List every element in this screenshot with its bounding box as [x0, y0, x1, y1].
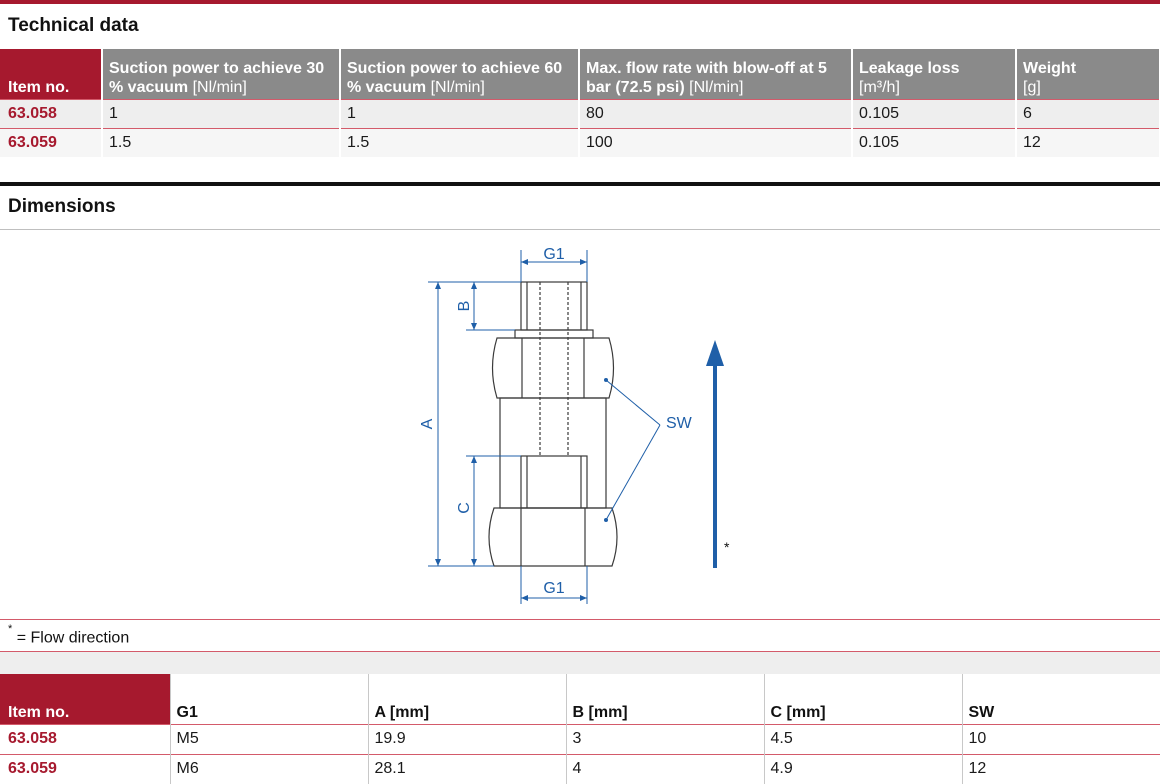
- body: [499, 397, 607, 509]
- flow-direction-footnote: * = Flow direction: [8, 623, 130, 647]
- header-suction-30: Suction power to achieve 30 % vacuum [Nl…: [102, 49, 341, 99]
- table-row: 63.059 M6 28.1 4 4.9 12: [0, 753, 1160, 784]
- table-cell: 1: [340, 98, 580, 128]
- footnote-text: = Flow direction: [16, 629, 130, 647]
- footnote-marker: *: [8, 623, 13, 635]
- table-cell: 1.5: [102, 127, 341, 157]
- label-flow-marker: *: [724, 539, 730, 555]
- header-suction-60: Suction power to achieve 60 % vacuum [Nl…: [340, 49, 580, 99]
- table-row: 63.058 M5 19.9 3 4.5 10: [0, 723, 1160, 754]
- table-cell: 80: [579, 98, 853, 128]
- label-b: B: [456, 301, 473, 312]
- technical-data-header-row: Item no. Suction power to achieve 30 % v…: [0, 49, 1160, 99]
- table-cell: 1: [102, 98, 341, 128]
- table-row: 63.058 1 1 80 0.105 6: [0, 98, 1160, 128]
- item-number: 63.058: [0, 98, 103, 128]
- table-cell: 3: [565, 723, 764, 754]
- table-cell: 4.9: [763, 753, 962, 784]
- spacer-band: [0, 652, 1160, 674]
- item-number: 63.058: [0, 723, 170, 754]
- table-cell: 4.5: [763, 723, 962, 754]
- bottom-thread-inner: [520, 455, 588, 509]
- table-cell: 1.5: [340, 127, 580, 157]
- table-cell: 19.9: [367, 723, 566, 754]
- top-thread-outline: [520, 281, 588, 331]
- label-sw: SW: [666, 415, 693, 432]
- header-max-flow: Max. flow rate with blow-off at 5 bar (7…: [579, 49, 853, 99]
- item-number: 63.059: [0, 753, 170, 784]
- flow-direction-arrow: [706, 340, 724, 568]
- technical-data-title: Technical data: [8, 15, 139, 36]
- item-number: 63.059: [0, 127, 103, 157]
- top-accent-rule: [0, 0, 1160, 4]
- header-leakage: Leakage loss [m³/h]: [852, 49, 1017, 99]
- label-g1-top: G1: [543, 246, 564, 263]
- table-row: 63.059 1.5 1.5 100 0.105 12: [0, 127, 1160, 157]
- header-c: C [mm]: [763, 674, 962, 724]
- dimensions-title-underline: [0, 229, 1160, 230]
- table-cell: 12: [961, 753, 1160, 784]
- header-g1: G1: [169, 674, 368, 724]
- section-divider: [0, 182, 1160, 186]
- dimensions-table: Item no. G1 A [mm] B [mm] C [mm] SW 63.0…: [0, 674, 1160, 784]
- table-cell: M6: [169, 753, 368, 784]
- dimensions-header-row: Item no. G1 A [mm] B [mm] C [mm] SW: [0, 674, 1160, 724]
- lower-hex-nut: [488, 507, 618, 567]
- dimensions-title: Dimensions: [8, 196, 116, 217]
- header-b: B [mm]: [565, 674, 764, 724]
- label-c: C: [456, 502, 473, 514]
- table-cell: 100: [579, 127, 853, 157]
- drawing-bottom-rule: [0, 619, 1160, 620]
- header-item-no: Item no.: [0, 674, 170, 724]
- dimension-drawing: G1 G1 A B C SW *: [0, 231, 1160, 621]
- header-a: A [mm]: [367, 674, 566, 724]
- header-item-no: Item no.: [0, 49, 103, 99]
- top-flange: [514, 329, 594, 339]
- table-cell: 6: [1016, 98, 1160, 128]
- header-sw: SW: [961, 674, 1160, 724]
- table-cell: M5: [169, 723, 368, 754]
- table-cell: 4: [565, 753, 764, 784]
- table-cell: 10: [961, 723, 1160, 754]
- table-cell: 0.105: [852, 98, 1017, 128]
- table-cell: 28.1: [367, 753, 566, 784]
- label-a: A: [419, 418, 436, 429]
- label-g1-bottom: G1: [543, 580, 564, 597]
- header-weight: Weight [g]: [1016, 49, 1160, 99]
- check-valve-drawing: G1 G1 A B C SW *: [419, 246, 730, 604]
- upper-hex-nut: [491, 337, 615, 399]
- table-cell: 0.105: [852, 127, 1017, 157]
- table-cell: 12: [1016, 127, 1160, 157]
- technical-data-table: Item no. Suction power to achieve 30 % v…: [0, 49, 1160, 157]
